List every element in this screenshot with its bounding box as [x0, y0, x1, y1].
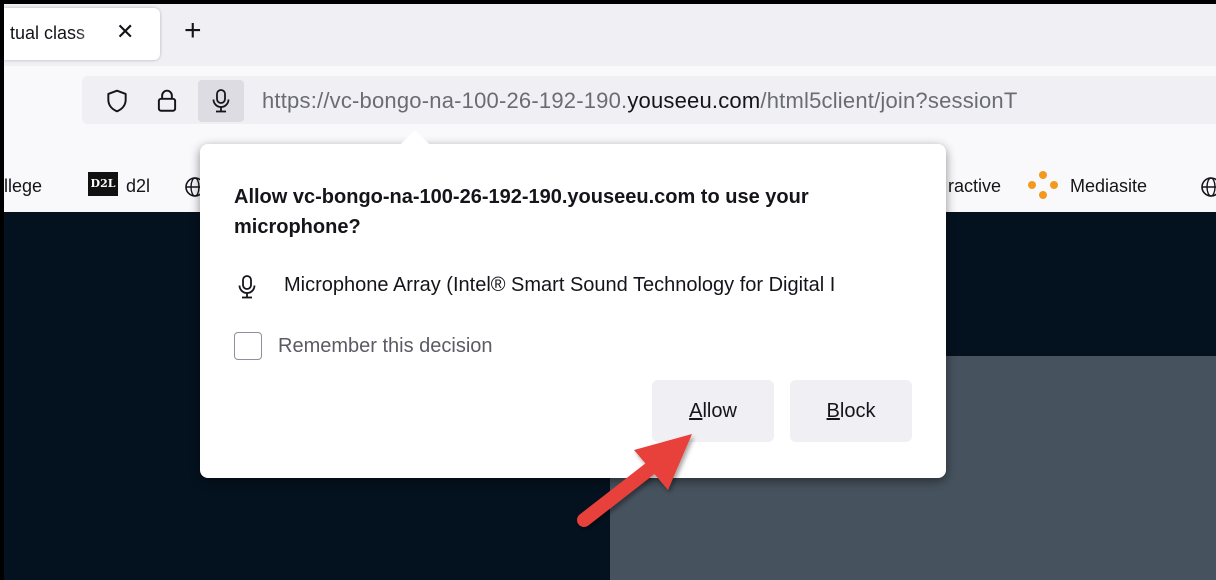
- browser-window: tual class ✕ + https://vc-bongo-na-100-2…: [4, 4, 1216, 580]
- red-arrow-annotation-icon: [577, 434, 692, 527]
- lock-icon[interactable]: [154, 88, 180, 114]
- globe-icon: [1201, 177, 1216, 197]
- tab-strip: tual class ✕ +: [4, 4, 1216, 66]
- permission-prompt: Allow vc-bongo-na-100-26-192-190.youseeu…: [234, 186, 809, 238]
- microphone-icon: [238, 275, 256, 299]
- remember-label[interactable]: Remember this decision: [278, 335, 493, 358]
- bookmark-interactive[interactable]: ractive: [948, 176, 1001, 197]
- bookmark-college[interactable]: llege: [4, 176, 42, 197]
- tab-title: tual class: [10, 23, 86, 43]
- mediasite-logo-icon: [1028, 171, 1058, 199]
- bookmark-mediasite[interactable]: Mediasite: [1070, 176, 1147, 197]
- new-tab-button[interactable]: +: [184, 16, 202, 46]
- bookmark-d2l[interactable]: d2l: [126, 176, 150, 197]
- nav-toolbar: https://vc-bongo-na-100-26-192-190.youse…: [4, 66, 1216, 132]
- device-row: Microphone Array (Intel® Smart Sound Tec…: [234, 272, 946, 302]
- microphone-icon: [212, 89, 230, 113]
- address-bar[interactable]: https://vc-bongo-na-100-26-192-190.youse…: [82, 76, 1216, 124]
- url-host: youseeu.com: [627, 88, 761, 113]
- d2l-logo-icon: D2L: [88, 172, 118, 196]
- url-suffix: /html5client/join?sessionT: [760, 88, 1018, 113]
- url-prefix: https://vc-bongo-na-100-26-192-190.: [262, 88, 628, 113]
- shield-icon[interactable]: [104, 88, 130, 114]
- microphone-permission-button[interactable]: [198, 80, 244, 122]
- device-label: Microphone Array (Intel® Smart Sound Tec…: [284, 274, 836, 296]
- tab-active[interactable]: tual class ✕: [4, 8, 160, 60]
- url-text[interactable]: https://vc-bongo-na-100-26-192-190.youse…: [262, 88, 1018, 114]
- remember-checkbox[interactable]: [234, 332, 262, 360]
- block-button[interactable]: Block: [790, 380, 912, 442]
- close-tab-icon[interactable]: ✕: [116, 20, 134, 44]
